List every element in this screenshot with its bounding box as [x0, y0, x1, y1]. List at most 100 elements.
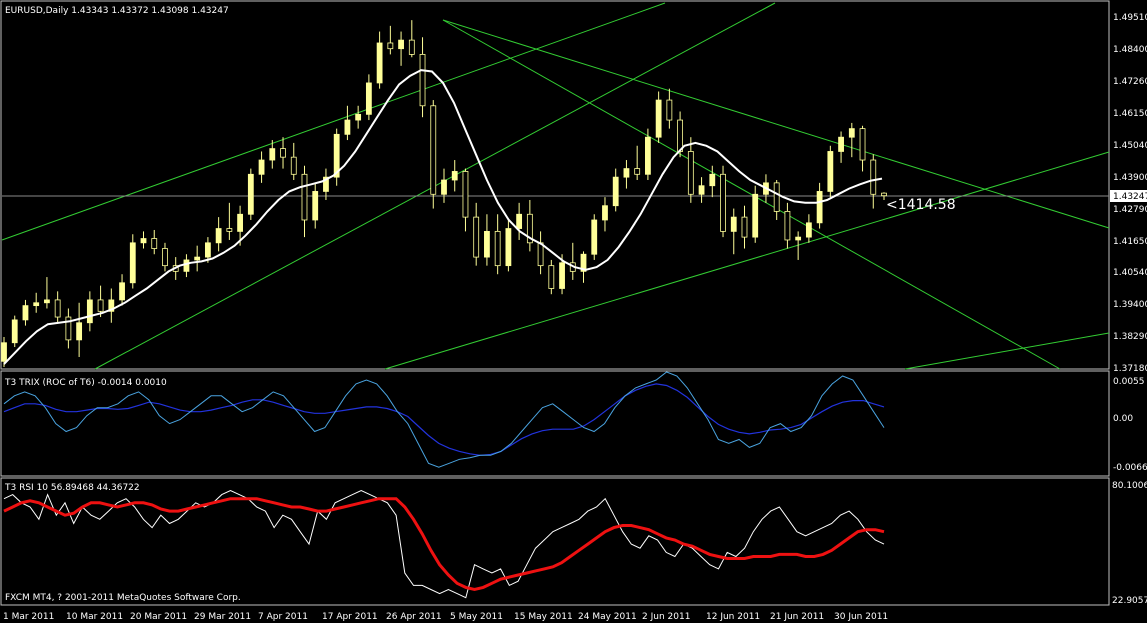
- candle-body: [226, 228, 233, 232]
- rsi-axis-label: 22.9057: [1112, 596, 1147, 606]
- price-label: 1.49510: [1113, 13, 1147, 23]
- candle-body: [559, 262, 565, 289]
- candle-body: [730, 216, 737, 232]
- candle-body: [387, 42, 394, 50]
- price-label: 1.40540: [1113, 268, 1147, 278]
- copyright-footer: FXCM MT4, ? 2001-2011 MetaQuotes Softwar…: [5, 593, 241, 603]
- candle-body: [33, 302, 40, 307]
- candle-body: [698, 185, 705, 195]
- candle-body: [97, 299, 104, 312]
- candle-body: [655, 99, 662, 138]
- candle-body: [269, 148, 276, 161]
- candle-body: [881, 192, 887, 197]
- candle-body: [162, 248, 168, 267]
- candle-body: [151, 238, 158, 249]
- date-label: 5 May 2011: [450, 612, 503, 622]
- candle-body: [516, 213, 523, 229]
- date-label: 24 May 2011: [578, 612, 637, 622]
- date-label: 2 Jun 2011: [642, 612, 690, 622]
- candle-body: [838, 136, 844, 152]
- candle-body: [473, 216, 480, 258]
- price-label: 1.38290: [1113, 332, 1147, 342]
- candle-body: [430, 105, 437, 195]
- candle-body: [634, 168, 641, 175]
- candle-body: [827, 151, 834, 192]
- candle-body: [398, 39, 404, 50]
- price-label: 1.48400: [1113, 45, 1147, 55]
- candle-body: [816, 191, 823, 224]
- candle-body: [752, 193, 759, 238]
- price-label: 1.39400: [1113, 300, 1147, 310]
- candle-body: [795, 236, 802, 241]
- candle-body: [484, 230, 490, 258]
- candle-body: [365, 82, 372, 115]
- current-price-label: 1.43247: [1113, 192, 1147, 202]
- candle-body: [537, 242, 544, 267]
- candle-body: [408, 39, 415, 55]
- price-annotation[interactable]: <1414.58: [886, 197, 956, 213]
- candle-body: [11, 319, 18, 344]
- candle-body: [784, 211, 791, 241]
- rsi-axis-label: 80.1006: [1112, 481, 1147, 491]
- candle-body: [505, 228, 512, 267]
- candle-body: [462, 171, 469, 218]
- date-label: 30 Jun 2011: [834, 612, 888, 622]
- candle-body: [848, 128, 855, 138]
- candle-body: [376, 42, 383, 84]
- date-label: 12 Jun 2011: [706, 612, 760, 622]
- candle-body: [870, 159, 877, 195]
- candle-body: [355, 113, 362, 121]
- main-pane-header: EURUSD,Daily 1.43343 1.43372 1.43098 1.4…: [5, 6, 229, 16]
- candle-body: [687, 151, 694, 195]
- candle-body: [720, 173, 726, 232]
- candle-body: [119, 282, 125, 301]
- date-label: 20 Mar 2011: [130, 612, 187, 622]
- candle-body: [237, 213, 243, 232]
- date-label: 15 May 2011: [514, 612, 573, 622]
- price-label: 1.46150: [1113, 109, 1147, 119]
- candle-body: [451, 171, 458, 181]
- price-label: 1.42790: [1113, 205, 1147, 215]
- chart-window[interactable]: <1414.58 EURUSD,Daily 1.43343 1.43372 1.…: [0, 0, 1147, 623]
- candle-body: [86, 299, 93, 324]
- trix-axis-label: 0.0055: [1113, 377, 1145, 387]
- candle-body: [22, 305, 29, 321]
- candle-body: [441, 179, 447, 195]
- candle-body: [677, 119, 683, 152]
- candle-body: [591, 219, 598, 255]
- candle-body: [280, 148, 286, 158]
- candle-body: [247, 173, 254, 215]
- candle-body: [709, 173, 716, 187]
- candle-body: [419, 53, 426, 107]
- candle-body: [1, 342, 7, 362]
- trix-header: T3 TRIX (ROC of T6) -0.0014 0.0010: [4, 378, 167, 388]
- candle-body: [602, 205, 608, 221]
- candle-body: [312, 191, 319, 221]
- date-label: 21 Jun 2011: [770, 612, 824, 622]
- price-label: 1.45040: [1113, 141, 1147, 151]
- candle-body: [773, 182, 780, 212]
- candle-body: [194, 256, 201, 261]
- trix-axis-label: -0.0066: [1113, 463, 1147, 473]
- candle-body: [129, 242, 136, 284]
- candle-body: [612, 176, 619, 207]
- date-label: 10 Mar 2011: [66, 612, 123, 622]
- candle-body: [54, 299, 61, 318]
- candle-body: [494, 230, 501, 267]
- rsi-header: T3 RSI 10 56.89468 44.36722: [4, 483, 140, 493]
- candle-body: [215, 228, 222, 244]
- candle-body: [301, 173, 308, 221]
- price-label: 1.43900: [1113, 173, 1147, 183]
- candle-body: [623, 168, 630, 178]
- date-label: 7 Apr 2011: [258, 612, 308, 622]
- price-label: 1.37180: [1113, 364, 1147, 374]
- date-label: 26 Apr 2011: [386, 612, 442, 622]
- candle-body: [44, 299, 50, 304]
- candle-body: [805, 222, 812, 238]
- price-label: 1.47260: [1113, 77, 1147, 87]
- candle-body: [859, 128, 866, 161]
- candle-body: [183, 259, 190, 272]
- candle-body: [645, 136, 651, 175]
- candle-body: [76, 322, 83, 341]
- date-label: 1 Mar 2011: [3, 612, 54, 622]
